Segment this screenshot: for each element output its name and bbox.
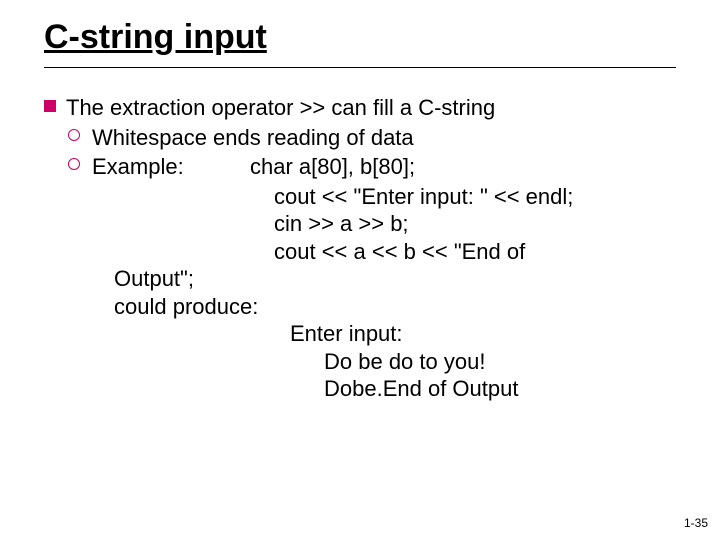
title-rule: [44, 67, 676, 68]
code-line-3: cin >> a >> b;: [44, 210, 676, 238]
circle-bullet-icon: [68, 129, 80, 141]
bullet-sub2-label: Example:: [92, 154, 184, 179]
bullet-main-text: The extraction operator >> can fill a C-…: [66, 95, 495, 120]
output-line-1: Enter input:: [44, 320, 676, 348]
code-continuation-1: Output";: [44, 265, 676, 293]
code-line-2: cout << "Enter input: " << endl;: [44, 183, 676, 211]
bullet-sub1-text: Whitespace ends reading of data: [92, 125, 414, 150]
could-produce-label: could produce:: [44, 293, 676, 321]
slide-number: 1-35: [684, 516, 708, 530]
slide: C-string input The extraction operator >…: [0, 0, 720, 540]
code-line-4: cout << a << b << "End of: [44, 238, 676, 266]
square-bullet-icon: [44, 100, 56, 112]
circle-bullet-icon: [68, 158, 80, 170]
output-line-3: Dobe.End of Output: [44, 375, 676, 403]
bullet-sub-example: Example: char a[80], b[80];: [44, 153, 676, 181]
output-line-2: Do be do to you!: [44, 348, 676, 376]
slide-title: C-string input: [44, 18, 676, 59]
bullet-sub-whitespace: Whitespace ends reading of data: [44, 124, 676, 152]
slide-content: The extraction operator >> can fill a C-…: [44, 94, 676, 403]
bullet-main: The extraction operator >> can fill a C-…: [44, 94, 676, 122]
code-line-1: char a[80], b[80];: [250, 154, 415, 179]
